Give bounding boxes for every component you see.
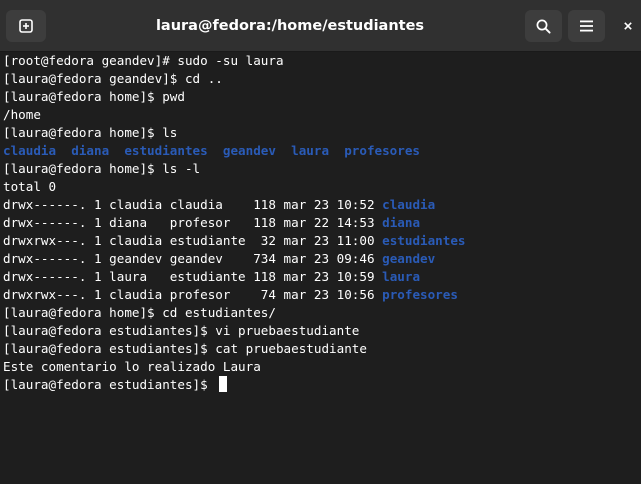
terminal-line-text: total 0 (3, 179, 57, 194)
terminal-line-text: Este comentario lo realizado Laura (3, 359, 261, 374)
terminal-line: [laura@fedora estudiantes]$ cat pruebaes… (3, 340, 367, 358)
close-icon (624, 22, 632, 30)
main-menu-button[interactable] (568, 10, 605, 42)
terminal-line: [laura@fedora home]$ pwd (3, 88, 185, 106)
terminal-line: [laura@fedora estudiantes]$ vi pruebaest… (3, 322, 359, 340)
terminal-line: /home (3, 106, 41, 124)
directory-name: profesores (382, 287, 458, 302)
terminal-line-text: [laura@fedora estudiantes]$ cat pruebaes… (3, 341, 367, 356)
terminal-line-text: [laura@fedora geandev]$ cd .. (3, 71, 223, 86)
terminal-line-text: [laura@fedora estudiantes]$ (3, 377, 216, 392)
terminal-line: drwx------. 1 laura estudiante 118 mar 2… (3, 268, 420, 286)
terminal-line: [laura@fedora home]$ cd estudiantes/ (3, 304, 276, 322)
window-title: laura@fedora:/home/estudiantes (155, 18, 425, 34)
terminal-line-text: [root@fedora geandev]# sudo -su laura (3, 53, 284, 68)
terminal-line: drwxrwx---. 1 claudia profesor 74 mar 23… (3, 286, 458, 304)
search-button[interactable] (525, 10, 562, 42)
terminal-line: drwx------. 1 diana profesor 118 mar 22 … (3, 214, 420, 232)
directory-name: claudia diana estudiantes geandev laura … (3, 143, 421, 158)
terminal-line: [laura@fedora home]$ ls (3, 124, 177, 142)
terminal-line: drwxrwx---. 1 claudia estudiante 32 mar … (3, 232, 466, 250)
text-cursor (219, 376, 228, 392)
new-tab-icon (19, 19, 33, 33)
terminal-line: drwx------. 1 geandev geandev 734 mar 23… (3, 250, 435, 268)
terminal-line: [laura@fedora estudiantes]$ (3, 376, 228, 394)
terminal-line-text: drwx------. 1 laura estudiante 118 mar 2… (3, 269, 383, 284)
terminal-line-text: drwx------. 1 claudia claudia 118 mar 23… (3, 197, 383, 212)
directory-name: geandev (382, 251, 436, 266)
terminal-line: [root@fedora geandev]# sudo -su laura (3, 52, 284, 70)
new-tab-button[interactable] (6, 10, 46, 42)
directory-name: laura (382, 269, 421, 284)
terminal-window: laura@fedora:/home/estudiantes [root@fed… (0, 0, 641, 484)
directory-name: claudia (382, 197, 436, 212)
terminal-line: claudia diana estudiantes geandev laura … (3, 142, 420, 160)
search-icon (536, 19, 551, 34)
terminal-line-text: /home (3, 107, 41, 122)
close-button[interactable] (617, 15, 639, 37)
terminal-line: [laura@fedora geandev]$ cd .. (3, 70, 223, 88)
terminal-output[interactable]: [root@fedora geandev]# sudo -su laura [la… (3, 52, 639, 484)
terminal-line-text: [laura@fedora home]$ ls -l (3, 161, 201, 176)
terminal-line-text: [laura@fedora estudiantes]$ vi pruebaest… (3, 323, 360, 338)
terminal-line-text: [laura@fedora home]$ cd estudiantes/ (3, 305, 276, 320)
terminal-line-text: drwx------. 1 geandev geandev 734 mar 23… (3, 251, 383, 266)
terminal-line-text: [laura@fedora home]$ ls (3, 125, 178, 140)
directory-name: diana (382, 215, 421, 230)
terminal-line: [laura@fedora home]$ ls -l (3, 160, 200, 178)
terminal-line-text: [laura@fedora home]$ pwd (3, 89, 185, 104)
header-bar: laura@fedora:/home/estudiantes (0, 0, 641, 52)
hamburger-menu-icon (580, 20, 593, 32)
terminal-line: Este comentario lo realizado Laura (3, 358, 261, 376)
terminal-line: total 0 (3, 178, 56, 196)
directory-name: estudiantes (382, 233, 466, 248)
terminal-line-text: drwx------. 1 diana profesor 118 mar 22 … (3, 215, 383, 230)
terminal-line: drwx------. 1 claudia claudia 118 mar 23… (3, 196, 435, 214)
terminal-line-text: drwxrwx---. 1 claudia estudiante 32 mar … (3, 233, 383, 248)
terminal-line-text: drwxrwx---. 1 claudia profesor 74 mar 23… (3, 287, 383, 302)
